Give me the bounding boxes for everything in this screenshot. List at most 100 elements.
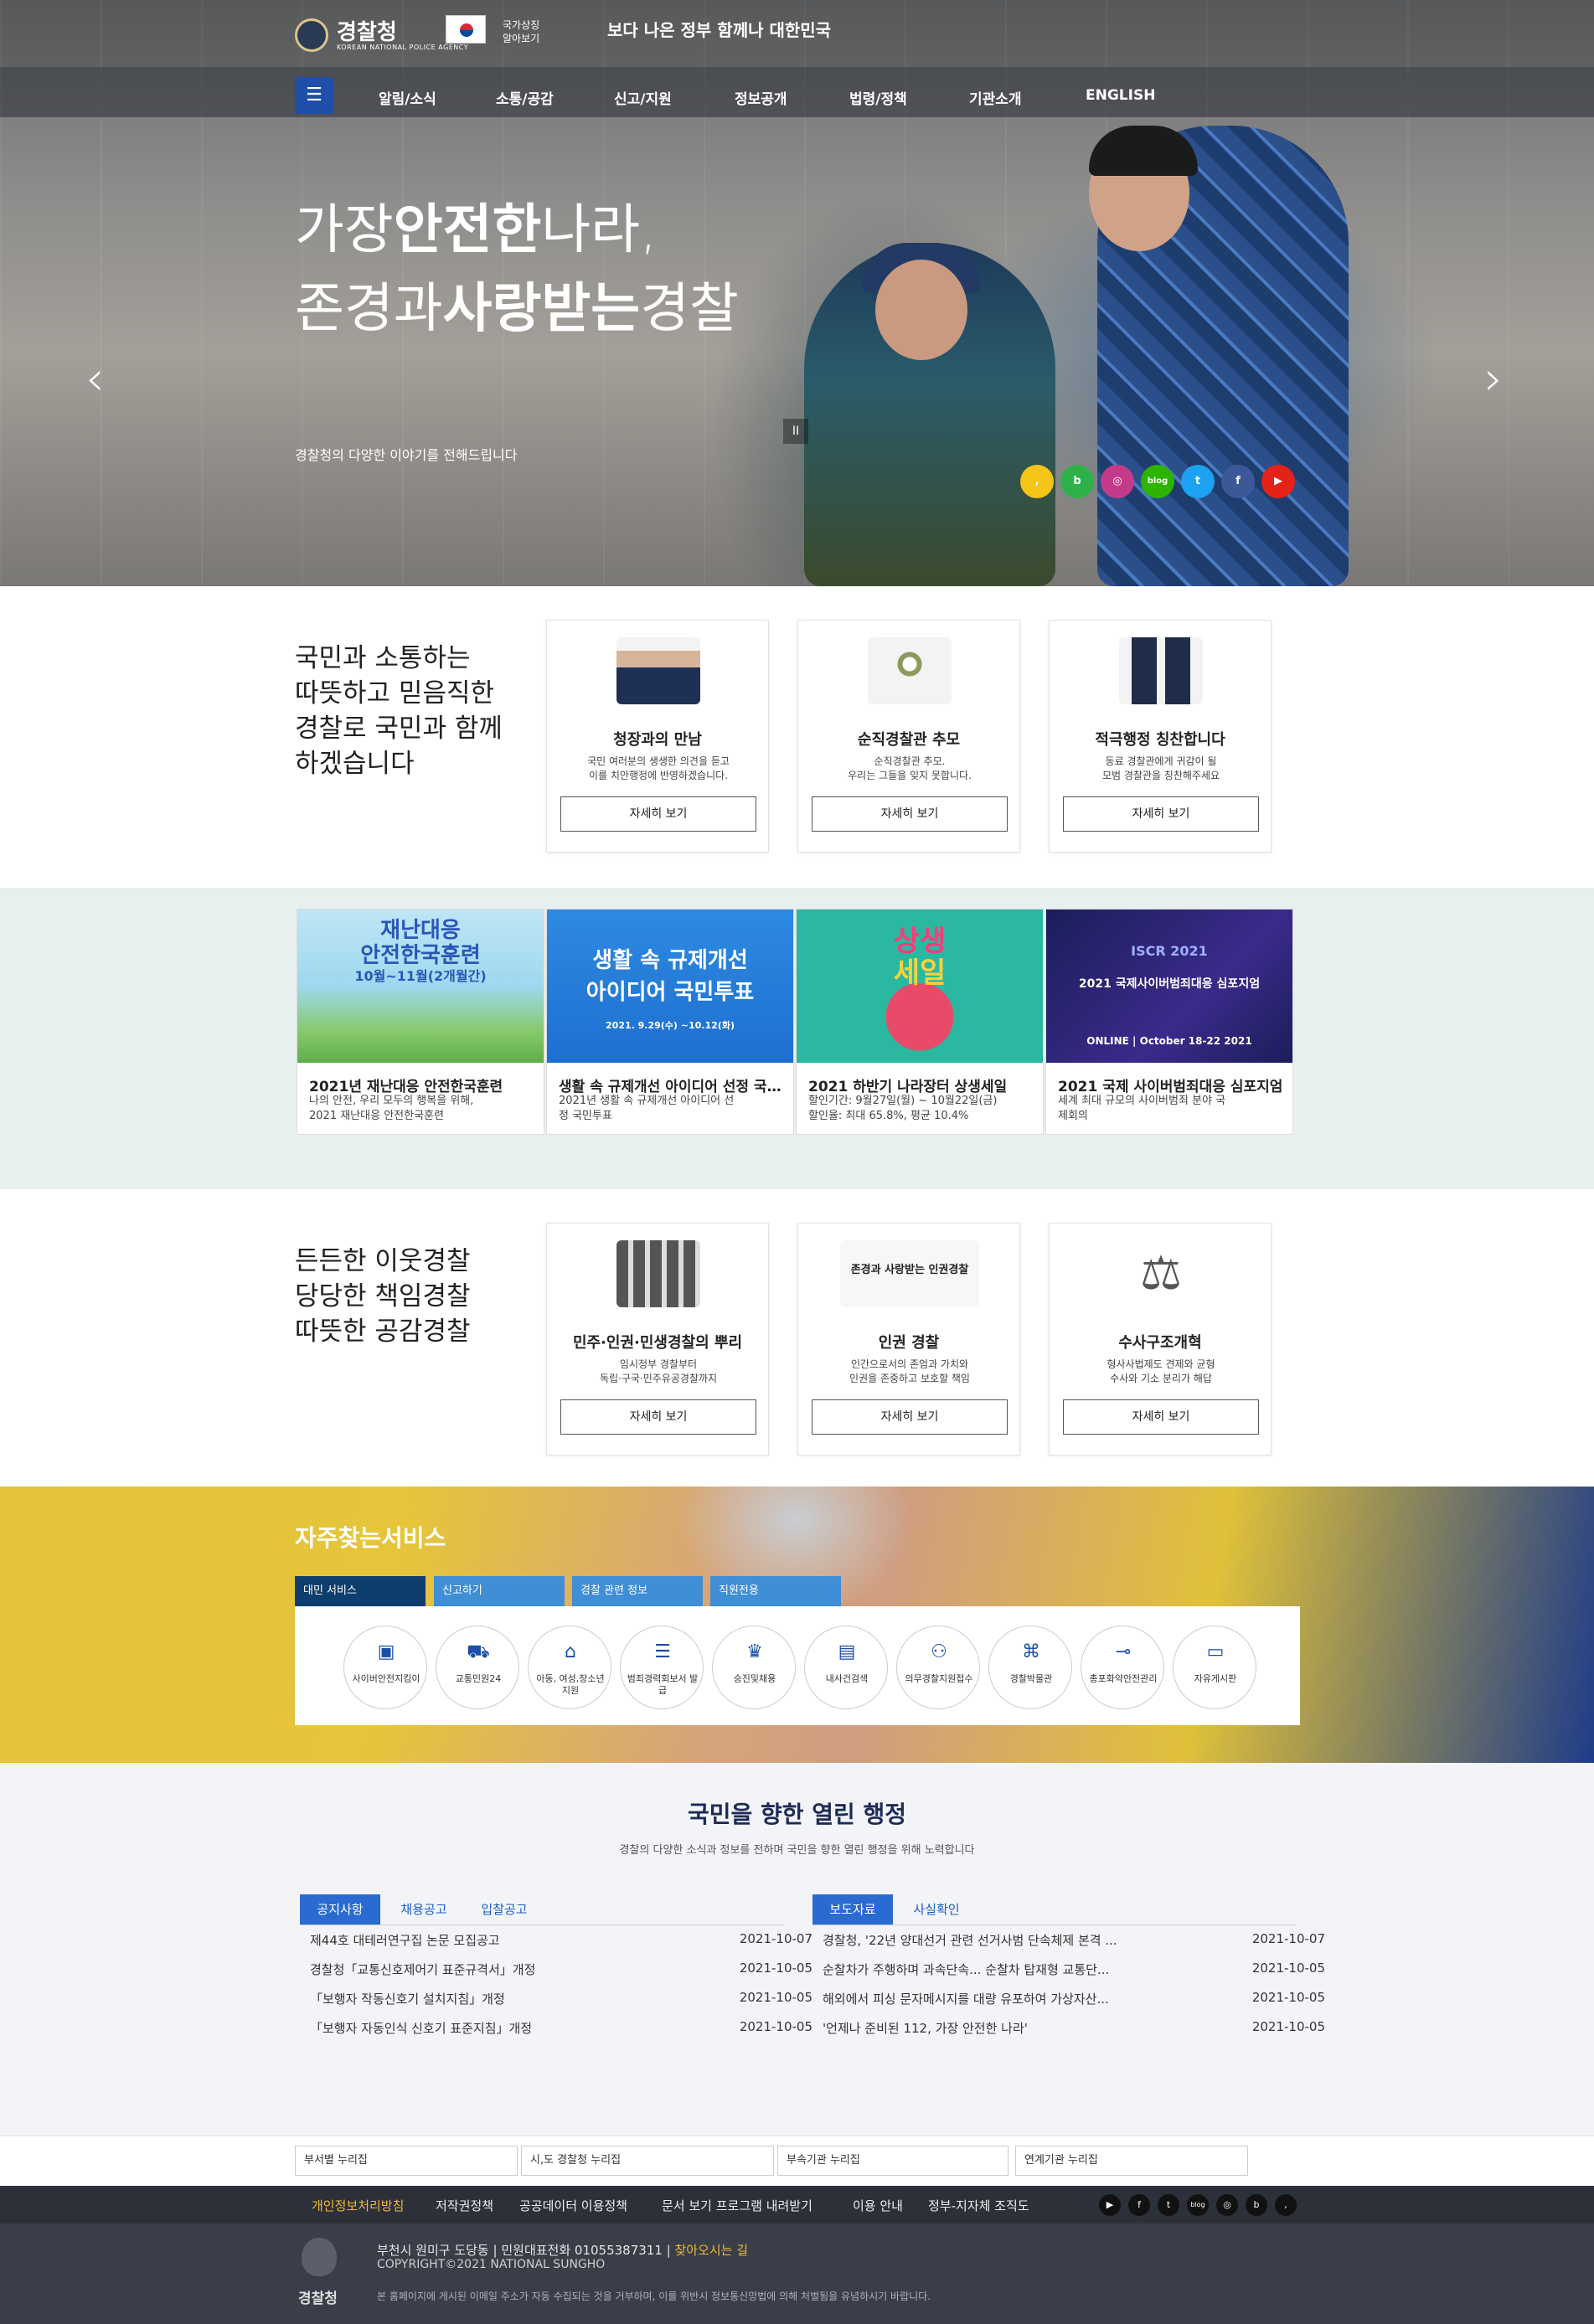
footer-opendata-link[interactable]: 공공데이터 이용정책 — [519, 2197, 627, 2214]
press-date: 2021-10-07 — [1251, 1931, 1325, 1946]
footer-org-chart-link[interactable]: 정부-지자체 조직도 — [928, 2197, 1029, 2214]
band-icon[interactable]: b — [1060, 465, 1094, 498]
flower-icon — [868, 637, 952, 704]
service-criminal-record[interactable]: ☰ 범죄경력회보서 발급 — [620, 1626, 704, 1709]
banner-image-text: ISCR 2021 — [1131, 943, 1208, 959]
tab-staff-only[interactable]: 직원전용 — [710, 1576, 841, 1606]
chevron-left-icon[interactable]: ‹ — [85, 352, 104, 406]
twitter-icon[interactable]: t — [1158, 2194, 1179, 2216]
press-item[interactable]: 해외에서 피싱 문자메시지를 대량 유포하여 가상자산... 2021-10-05 — [814, 1990, 1325, 2020]
footer-privacy-link[interactable]: 개인정보처리방침 — [312, 2197, 404, 2214]
press-title: 해외에서 피싱 문자메시지를 대량 유포하여 가상자산... — [823, 1992, 1109, 2007]
hamburger-menu-icon[interactable]: ☰ — [295, 77, 333, 114]
directions-link[interactable]: 찾아오시는 길 — [674, 2243, 748, 2258]
notice-item[interactable]: 제44호 대테러연구집 논문 모집공고 2021-10-07 — [302, 1931, 812, 1961]
card-desc-line: 순직경찰관 추모. — [874, 755, 946, 767]
hero-banner — [0, 0, 1594, 586]
youtube-icon[interactable]: ▶ — [1099, 2194, 1121, 2216]
service-case-search[interactable]: ▤ 내사건검색 — [804, 1626, 888, 1709]
chevron-right-icon[interactable]: › — [1484, 352, 1503, 406]
banner-desc-line: 세계 최대 규모의 사이버범죄 분야 국 — [1058, 1095, 1226, 1107]
affiliated-sites-select[interactable]: 부속기관 누리집 — [777, 2146, 1009, 2176]
footer-copyright-link[interactable]: 저작권정책 — [436, 2197, 493, 2214]
detail-button[interactable]: 자세히 보기 — [1063, 1399, 1259, 1435]
banner-regulation-vote[interactable]: 생활 속 규제개선 아이디어 국민투표 2021. 9.29(수) ~10.12… — [546, 909, 794, 1135]
detail-button[interactable]: 자세히 보기 — [560, 796, 756, 832]
phone-text: 민원대표전화 01055387311 — [501, 2243, 663, 2258]
service-circle: ⊸ 총포화약안전관리 — [1081, 1626, 1164, 1709]
nav-item-english[interactable]: ENGLISH — [1086, 87, 1155, 104]
nav-item-report[interactable]: 신고/지원 — [614, 87, 672, 108]
instagram-icon[interactable]: ◎ — [1101, 465, 1134, 498]
banner-disaster-drill[interactable]: 재난대응 안전한국훈련 10월~11월(2개월간) 2021년 재난대응 안전한… — [297, 909, 544, 1135]
tab-report[interactable]: 신고하기 — [434, 1576, 565, 1606]
service-firearms-safety[interactable]: ⊸ 총포화약안전관리 — [1081, 1626, 1164, 1709]
youtube-icon[interactable]: ▶ — [1261, 465, 1295, 498]
pause-icon[interactable]: II — [783, 419, 808, 444]
instagram-icon[interactable]: ◎ — [1216, 2194, 1238, 2216]
national-symbol-link[interactable]: 국가상징 알아보기 — [503, 18, 539, 45]
card-title: 적극행정 칭찬합니다 — [1095, 731, 1225, 749]
facebook-icon[interactable]: f — [1128, 2194, 1150, 2216]
service-child-women-support[interactable]: ⌂ 아동, 여성,장소년 지원 — [528, 1626, 611, 1709]
banner-cybercrime-symposium[interactable]: ISCR 2021 2021 국제사이버범죄대응 심포지엄 ONLINE | O… — [1045, 909, 1293, 1135]
service-cyber-safety[interactable]: ▣ 사이버안전지킴이 — [343, 1626, 427, 1709]
nav-item-news[interactable]: 알림/소식 — [379, 87, 436, 108]
service-circle: ⚇ 의무경찰지원접수 — [896, 1626, 980, 1709]
card-fallen-officers: 순직경찰관 추모 순직경찰관 추모. 우리는 그들을 잊지 못합니다. 자세히 보… — [797, 620, 1020, 853]
press-item[interactable]: 경찰청, '22년 양대선거 관련 선거사범 단속체제 본격 ... 2021-1… — [814, 1931, 1325, 1961]
banner-image: ISCR 2021 2021 국제사이버범죄대응 심포지엄 ONLINE | O… — [1046, 910, 1292, 1063]
service-promotion-recruit[interactable]: ♛ 승진및채용 — [712, 1626, 796, 1709]
tab-recruitment[interactable]: 채용공고 — [389, 1894, 459, 1925]
kakao-icon[interactable]: , — [1020, 465, 1054, 498]
detail-button[interactable]: 자세히 보기 — [812, 1399, 1008, 1435]
press-item[interactable]: '언제나 준비된 112, 가장 안전한 나라' 2021-10-05 — [814, 2019, 1325, 2049]
tab-fact-check[interactable]: 사실확인 — [901, 1894, 972, 1925]
press-title: 순찰차가 주행하며 과속단속... 순찰차 탑재형 교통단... — [823, 1962, 1110, 1977]
open-admin-title: 국민을 향한 열린 행정 — [687, 1801, 907, 1828]
press-item[interactable]: 순찰차가 주행하며 과속단속... 순찰차 탑재형 교통단... 2021-10-… — [814, 1961, 1325, 1991]
nav-item-about[interactable]: 기관소개 — [969, 87, 1022, 108]
address-text: 부천시 원미구 도당동 — [377, 2243, 489, 2258]
police-emblem-icon[interactable] — [295, 18, 328, 52]
tab-bidding[interactable]: 입찰공고 — [469, 1894, 539, 1925]
detail-button[interactable]: 자세히 보기 — [560, 1399, 756, 1435]
notice-item[interactable]: 「보행자 자동인식 신호기 표준지침」개정 2021-10-05 — [302, 2019, 812, 2049]
linked-sites-select[interactable]: 연계기관 누리집 — [1015, 2146, 1248, 2176]
logo-text[interactable]: 경찰청 — [337, 15, 397, 46]
nav-item-disclosure[interactable]: 정보공개 — [735, 87, 787, 108]
regional-sites-select[interactable]: 시,도 경찰청 누리집 — [521, 2146, 774, 2176]
footer-viewer-link[interactable]: 문서 보기 프로그램 내려받기 — [662, 2197, 812, 2214]
band-icon[interactable]: b — [1246, 2194, 1267, 2216]
tab-notices[interactable]: 공지사항 — [300, 1894, 380, 1925]
service-conscript-apply[interactable]: ⚇ 의무경찰지원접수 — [896, 1626, 980, 1709]
tab-press-release[interactable]: 보도자료 — [812, 1894, 893, 1925]
card-desc-line: 동료 경찰관에게 귀감이 될 — [1105, 755, 1217, 767]
service-label: 총포화약안전관리 — [1089, 1673, 1158, 1684]
nav-item-law[interactable]: 법령/정책 — [849, 87, 907, 108]
museum-icon: ⌘ — [1022, 1641, 1040, 1662]
kakao-icon[interactable]: , — [1275, 2194, 1297, 2216]
notice-title: 경찰청「교통신호제어기 표준규격서」개정 — [310, 1962, 536, 1977]
twitter-icon[interactable]: t — [1181, 465, 1215, 498]
service-traffic-24[interactable]: ⛟ 교통민원24 — [436, 1626, 519, 1709]
taegukgi-flag-icon[interactable] — [446, 15, 486, 44]
footer-guide-link[interactable]: 이용 안내 — [853, 2197, 903, 2214]
dept-sites-select[interactable]: 부서별 누리집 — [295, 2146, 518, 2176]
house-heart-icon: ⌂ — [565, 1641, 576, 1662]
blog-icon[interactable]: blog — [1141, 465, 1174, 498]
card-desc-line: 국민 여러분의 생생한 의견을 듣고 — [587, 755, 730, 767]
banner-procurement-sale[interactable]: 상생 세일 2021 하반기 나라장터 상생세일 할인기간: 9월27일(월) … — [796, 909, 1044, 1135]
notice-item[interactable]: 경찰청「교통신호제어기 표준규격서」개정 2021-10-05 — [302, 1961, 812, 1991]
nav-item-communication[interactable]: 소통/공감 — [496, 87, 554, 108]
detail-button[interactable]: 자세히 보기 — [812, 796, 1008, 832]
service-police-museum[interactable]: ⌘ 경찰박물관 — [988, 1626, 1072, 1709]
tab-police-info[interactable]: 경찰 관련 정보 — [572, 1576, 703, 1606]
service-free-board[interactable]: ▭ 자유게시판 — [1173, 1626, 1256, 1709]
blog-icon[interactable]: blog — [1187, 2194, 1209, 2216]
card-desc: 국민 여러분의 생생한 의견을 듣고 이를 치안행정에 반영하겠습니다. — [564, 755, 753, 783]
detail-button[interactable]: 자세히 보기 — [1063, 796, 1259, 832]
facebook-icon[interactable]: f — [1221, 465, 1255, 498]
notice-item[interactable]: 「보행자 작동신호기 설치지침」개정 2021-10-05 — [302, 1990, 812, 2020]
tab-citizen-service[interactable]: 대민 서비스 — [295, 1576, 426, 1606]
